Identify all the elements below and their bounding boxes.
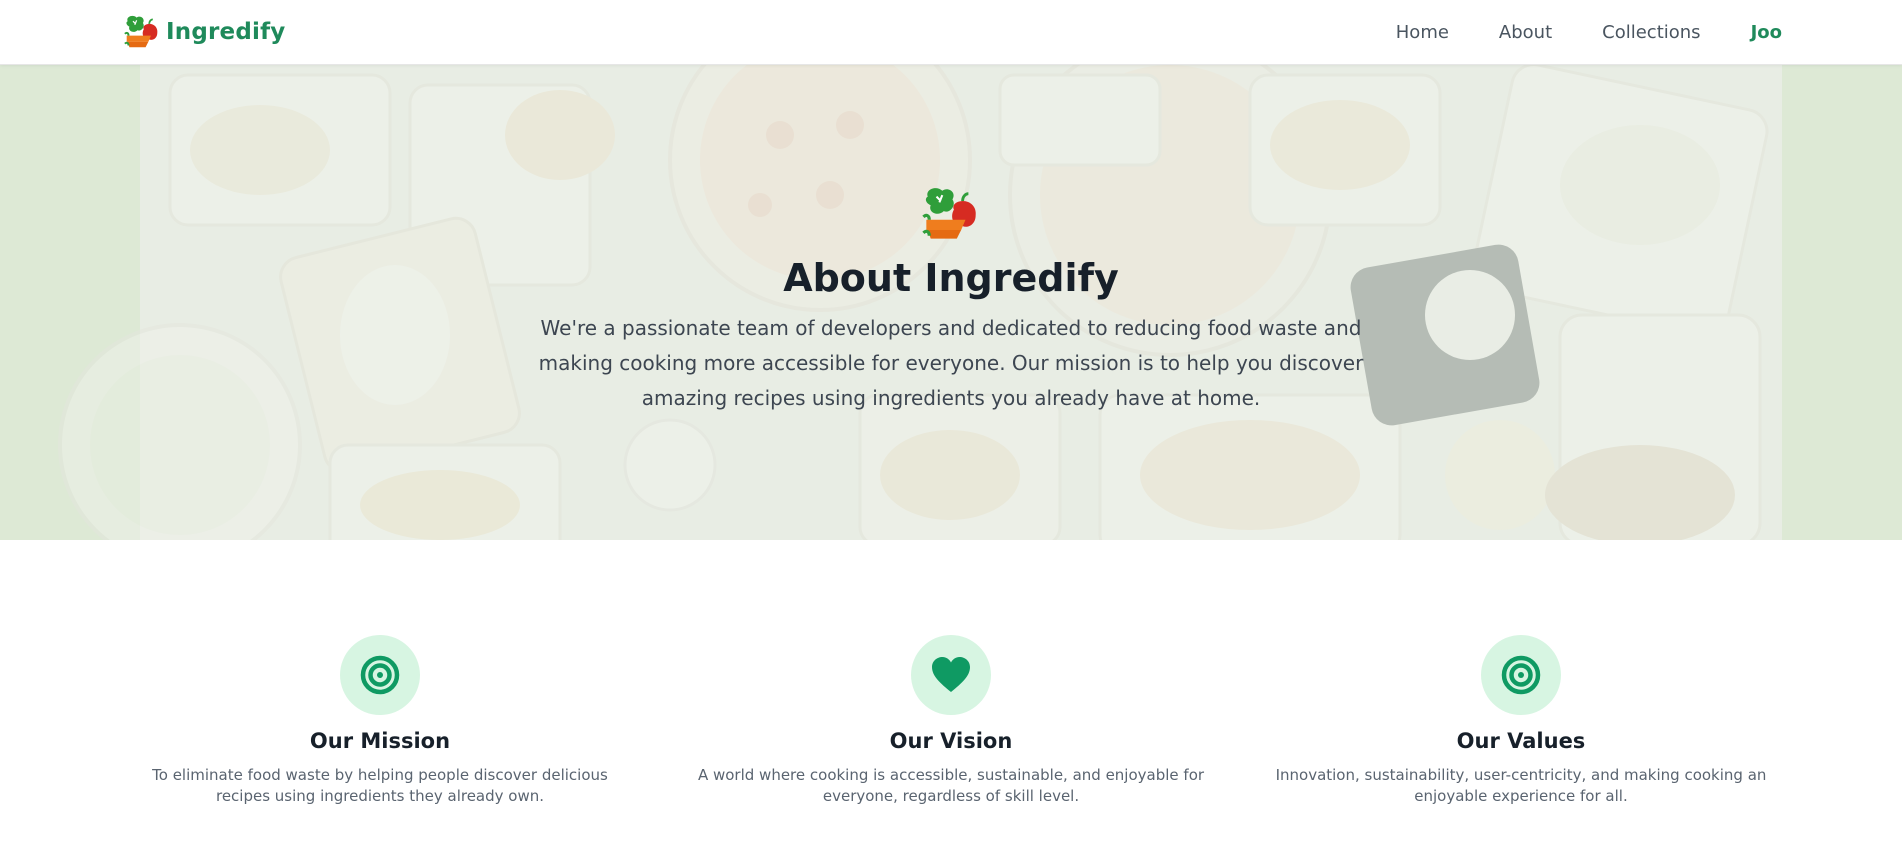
brand-name: Ingredify xyxy=(166,19,286,45)
feature-title: Our Mission xyxy=(309,729,451,753)
veggie-logo-icon xyxy=(922,188,976,239)
brand-link[interactable]: Ingredify xyxy=(124,13,285,51)
nav-collections[interactable]: Collections xyxy=(1602,22,1700,43)
target-icon xyxy=(1481,635,1561,715)
features-section: Our Mission To eliminate food waste by h… xyxy=(0,540,1902,866)
nav-home[interactable]: Home xyxy=(1396,22,1449,43)
veggie-logo-icon xyxy=(124,15,158,48)
page-title: About Ingredify xyxy=(783,256,1119,300)
feature-values: Our Values Innovation, sustainability, u… xyxy=(1261,635,1781,807)
user-menu[interactable]: Joo xyxy=(1751,22,1782,43)
feature-description: Innovation, sustainability, user-centric… xyxy=(1275,766,1767,805)
main-nav: Home About Collections Joo xyxy=(1396,0,1782,65)
feature-mission: Our Mission To eliminate food waste by h… xyxy=(120,635,640,807)
feature-description: A world where cooking is accessible, sus… xyxy=(697,766,1205,805)
feature-title: Our Vision xyxy=(889,729,1013,753)
navbar: Ingredify Home About Collections Joo xyxy=(0,0,1902,65)
nav-about[interactable]: About xyxy=(1499,22,1552,43)
feature-description: To eliminate food waste by helping peopl… xyxy=(152,766,608,805)
target-icon xyxy=(340,635,420,715)
feature-title: Our Values xyxy=(1456,729,1586,753)
hero-description: We're a passionate team of developers an… xyxy=(538,316,1364,410)
hero-content: About Ingredify We're a passionate team … xyxy=(0,185,1902,416)
feature-vision: Our Vision A world where cooking is acce… xyxy=(691,635,1211,807)
heart-icon xyxy=(911,635,991,715)
hero-section: About Ingredify We're a passionate team … xyxy=(0,65,1902,540)
